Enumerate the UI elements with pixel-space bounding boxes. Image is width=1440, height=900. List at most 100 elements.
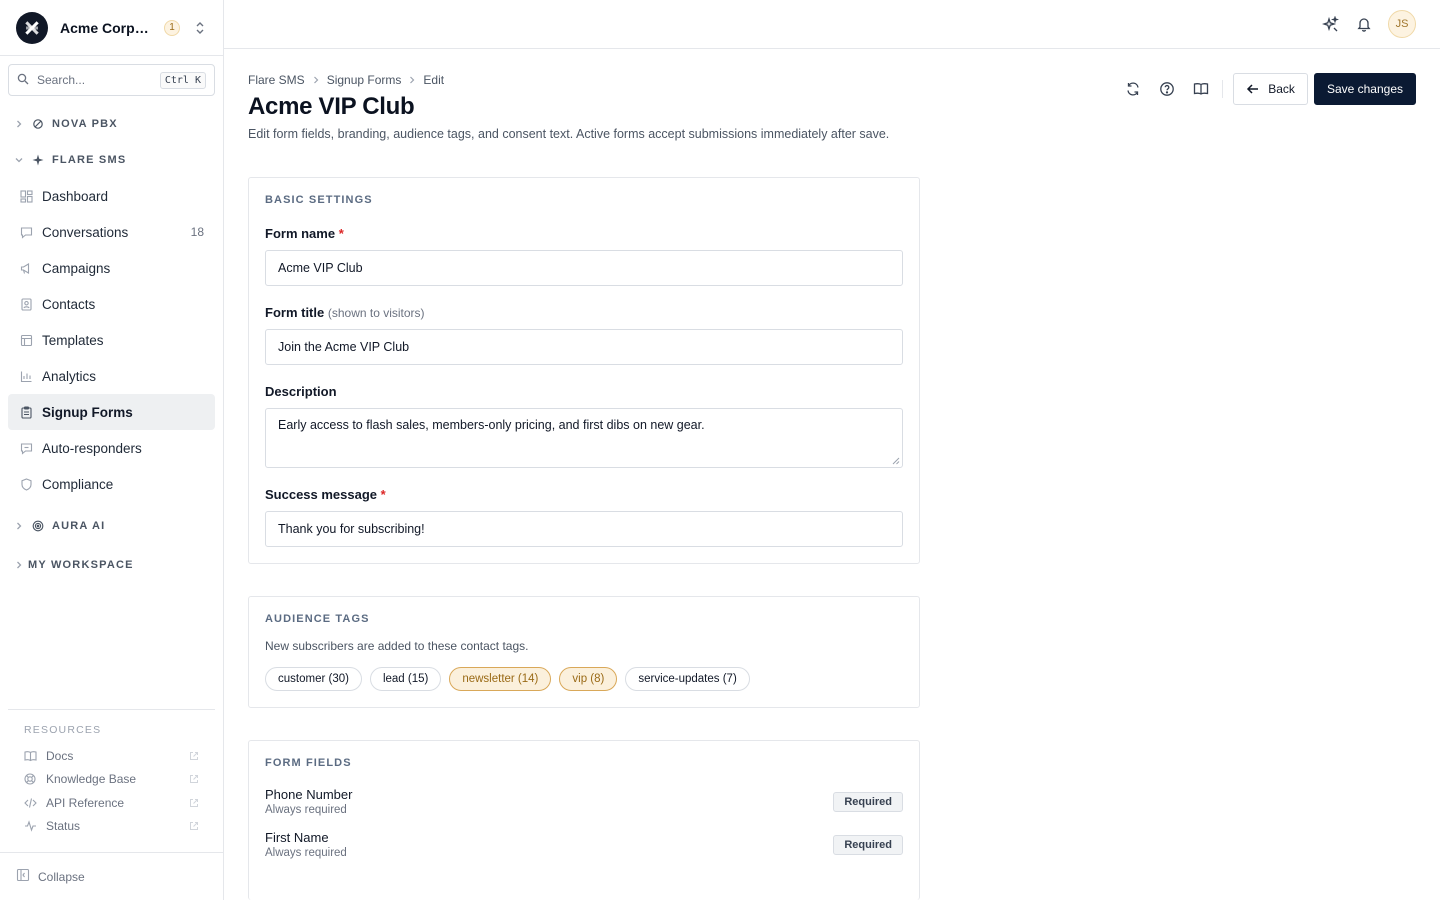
form-name-input[interactable]: Acme VIP Club [265, 250, 903, 286]
resource-label: Knowledge Base [46, 772, 137, 787]
sidebar-item-label: Dashboard [42, 188, 109, 204]
tag-newsletter[interactable]: newsletter (14) [449, 667, 552, 691]
help-icon[interactable] [1150, 73, 1184, 105]
section-label: MY WORKSPACE [28, 559, 134, 571]
sidebar-collapse-icon [16, 868, 30, 885]
section-my-workspace[interactable]: MY WORKSPACE [0, 547, 223, 583]
sidebar-item-label: Compliance [42, 476, 114, 492]
tag-lead[interactable]: lead (15) [369, 667, 442, 691]
tag-vip[interactable]: vip (8) [559, 667, 618, 691]
form-title-input[interactable]: Join the Acme VIP Club [265, 329, 903, 365]
resource-label: Docs [46, 748, 74, 763]
chevron-right-icon [14, 560, 26, 570]
success-message-label: Success message * [265, 487, 903, 502]
lifebuoy-icon [24, 773, 38, 785]
input-value: Acme VIP Club [278, 261, 363, 275]
resources-panel: RESOURCES Docs Knowledge Base API Refere… [8, 709, 215, 846]
book-icon [24, 750, 38, 762]
field-name: First Name [265, 830, 329, 845]
card-heading: FORM FIELDS [265, 757, 352, 769]
search-input[interactable]: Search... Ctrl K [8, 64, 215, 96]
label-hint: (shown to visitors) [327, 306, 425, 320]
resource-status[interactable]: Status [16, 815, 207, 839]
sidebar-item-signup-forms[interactable]: Signup Forms [8, 394, 215, 430]
sidebar-item-label: Auto-responders [42, 440, 142, 456]
resource-knowledge-base[interactable]: Knowledge Base [16, 768, 207, 792]
section-aura-ai[interactable]: AURA AI [0, 508, 223, 544]
org-switcher[interactable]: Acme Corporation 1 [0, 0, 223, 56]
sidebar-item-templates[interactable]: Templates [8, 322, 215, 358]
save-changes-button[interactable]: Save changes [1313, 73, 1416, 105]
app-shell: Acme Corporation 1 Search... Ctrl K NOVA… [0, 0, 1440, 900]
activity-icon [24, 820, 38, 832]
book-open-icon[interactable] [1184, 73, 1218, 105]
back-button[interactable]: Back [1233, 73, 1308, 105]
tag-customer[interactable]: customer (30) [265, 667, 362, 691]
collapse-sidebar-button[interactable]: Collapse [0, 852, 223, 900]
required-asterisk: * [380, 487, 386, 502]
breadcrumb-item[interactable]: Flare SMS [248, 73, 305, 87]
chevron-down-icon [14, 155, 26, 165]
org-notification-badge: 1 [164, 19, 180, 36]
refresh-icon[interactable] [1116, 73, 1150, 105]
search-placeholder: Search... [37, 73, 86, 87]
tags-note: New subscribers are added to these conta… [265, 639, 529, 653]
chat-icon [19, 225, 33, 239]
chevrons-up-down-icon[interactable] [193, 21, 207, 35]
tag-list: customer (30) lead (15) newsletter (14) … [265, 667, 903, 691]
form-name-label: Form name * [265, 226, 903, 241]
sidebar-item-auto-responders[interactable]: Auto-responders [8, 430, 215, 466]
section-flare-sms[interactable]: FLARE SMS [0, 142, 223, 178]
field-sub: Always required [265, 847, 347, 859]
contacts-icon [19, 297, 33, 311]
sparkles-icon[interactable] [1320, 14, 1340, 34]
tag-service-updates[interactable]: service-updates (7) [625, 667, 750, 691]
shield-icon [19, 477, 33, 491]
dashboard-icon [19, 189, 33, 203]
template-icon [19, 333, 33, 347]
header-actions: Back Save changes [1116, 73, 1416, 105]
sidebar-item-conversations[interactable]: Conversations 18 [8, 214, 215, 250]
page-description: Edit form fields, branding, audience tag… [248, 127, 890, 141]
section-nova-pbx[interactable]: NOVA PBX [0, 106, 223, 142]
code-icon [24, 797, 38, 809]
clipboard-icon [19, 405, 33, 419]
input-value: Thank you for subscribing! [278, 522, 425, 536]
description-textarea[interactable]: Early access to flash sales, members-onl… [265, 408, 903, 468]
field-name: Phone Number [265, 787, 353, 802]
user-avatar[interactable]: JS [1388, 10, 1416, 38]
sidebar-item-campaigns[interactable]: Campaigns [8, 250, 215, 286]
resource-docs[interactable]: Docs [16, 744, 207, 768]
sidebar-nav: NOVA PBX FLARE SMS Dashboard Conversatio… [0, 104, 223, 709]
chevron-right-icon [14, 521, 26, 531]
sidebar-item-compliance[interactable]: Compliance [8, 466, 215, 502]
required-badge: Required [833, 791, 903, 812]
sidebar-item-dashboard[interactable]: Dashboard [8, 178, 215, 214]
sidebar-item-analytics[interactable]: Analytics [8, 358, 215, 394]
sidebar-item-contacts[interactable]: Contacts [8, 286, 215, 322]
section-label: NOVA PBX [52, 118, 118, 130]
success-message-input[interactable]: Thank you for subscribing! [265, 511, 903, 547]
label-text: Success message [265, 487, 378, 502]
card-heading: BASIC SETTINGS [265, 194, 373, 206]
resource-api-reference[interactable]: API Reference [16, 791, 207, 815]
sidebar-item-label: Conversations [42, 224, 129, 240]
breadcrumb-current: Edit [423, 73, 445, 87]
phone-wave-icon [32, 118, 46, 130]
sidebar: Acme Corporation 1 Search... Ctrl K NOVA… [0, 0, 224, 900]
chevron-right-icon [407, 75, 417, 85]
input-value: Join the Acme VIP Club [278, 340, 410, 354]
breadcrumb-item[interactable]: Signup Forms [327, 73, 402, 87]
resize-handle-icon[interactable] [892, 457, 900, 465]
section-label: FLARE SMS [52, 154, 127, 166]
top-bar: JS [224, 0, 1440, 49]
required-badge: Required [833, 834, 903, 855]
search-shortcut: Ctrl K [159, 71, 206, 89]
sidebar-item-label: Signup Forms [42, 404, 133, 420]
field-sub: Always required [265, 804, 347, 816]
description-label: Description [265, 384, 903, 399]
label-text: Form name [265, 226, 336, 241]
target-icon [32, 520, 46, 532]
textarea-value: Early access to flash sales, members-onl… [278, 418, 705, 432]
bell-icon[interactable] [1354, 14, 1374, 34]
